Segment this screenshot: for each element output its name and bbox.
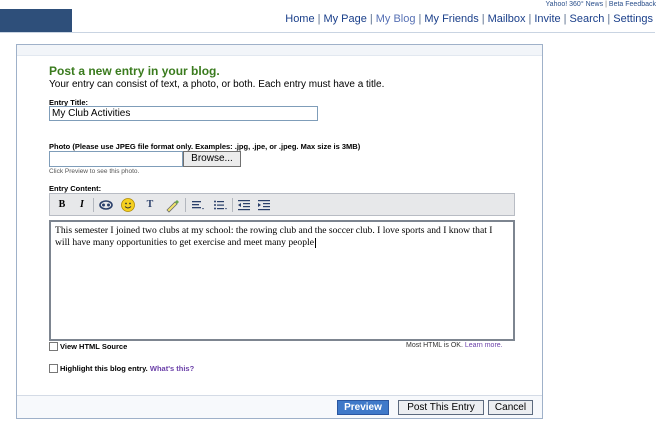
toolbar-separator [232, 198, 233, 212]
highlight-label: Highlight this blog entry. What's this? [60, 364, 194, 373]
nav-settings[interactable]: Settings [613, 13, 653, 25]
photo-label: Photo (Please use JPEG file format only.… [49, 142, 361, 151]
cancel-button[interactable]: Cancel [488, 400, 533, 415]
blog-entry-panel: Post a new entry in your blog. Your entr… [16, 44, 543, 419]
italic-icon[interactable]: I [74, 197, 90, 213]
nav-separator: | [563, 13, 567, 25]
nav-mailbox[interactable]: Mailbox [488, 13, 526, 25]
nav-my-page[interactable]: My Page [323, 13, 366, 25]
highlight-checkbox[interactable] [49, 364, 58, 373]
preview-button[interactable]: Preview [337, 400, 389, 415]
toolbar-separator [185, 198, 186, 212]
editor-toolbar: B I T [49, 193, 515, 216]
browse-button[interactable]: Browse... [183, 151, 241, 167]
align-icon[interactable] [190, 197, 206, 213]
text-caret [314, 237, 316, 248]
nav-my-blog[interactable]: My Blog [376, 13, 416, 25]
highlight-icon[interactable] [164, 197, 180, 213]
text-color-glyph: T [146, 199, 154, 210]
whats-this-link[interactable]: What's this? [150, 364, 194, 373]
nav-logo-block [0, 9, 72, 32]
post-entry-button[interactable]: Post This Entry [398, 400, 484, 415]
nav-separator: | [607, 13, 611, 25]
nav-separator: | [418, 13, 422, 25]
view-html-checkbox[interactable] [49, 342, 58, 351]
outdent-icon[interactable] [236, 197, 252, 213]
list-icon[interactable] [212, 197, 228, 213]
emoticon-icon[interactable] [120, 197, 136, 213]
html-note: Most HTML is OK. Learn more. [406, 342, 503, 349]
nav-invite[interactable]: Invite [534, 13, 560, 25]
nav-search[interactable]: Search [570, 13, 605, 25]
entry-content-text: This semester I joined two clubs at my s… [55, 225, 493, 248]
nav-home[interactable]: Home [285, 13, 314, 25]
top-nav-bar: Home | My Page | My Blog | My Friends | Mailbox |… [0, 9, 655, 33]
nav-my-friends[interactable]: My Friends [424, 13, 478, 25]
html-note-text: Most HTML is OK. [406, 342, 463, 349]
indent-icon[interactable] [256, 197, 272, 213]
page-title: Post a new entry in your blog. [49, 64, 220, 78]
text-color-icon[interactable]: T [142, 197, 158, 213]
link-icon[interactable] [98, 197, 114, 213]
bold-icon[interactable]: B [54, 197, 70, 213]
photo-hint: Click Preview to see this photo. [49, 168, 140, 175]
page-subtitle: Your entry can consist of text, a photo,… [49, 79, 385, 90]
panel-header-strip [17, 45, 542, 56]
highlight-label-text: Highlight this blog entry. [60, 364, 148, 373]
view-html-label: View HTML Source [60, 342, 128, 351]
nav-separator: | [369, 13, 373, 25]
nav-separator: | [481, 13, 485, 25]
news-link[interactable]: Yahoo! 360° News [546, 1, 604, 8]
nav-links: Home | My Page | My Blog | My Friends | Mailbox |… [285, 9, 653, 32]
entry-content-editor[interactable]: This semester I joined two clubs at my s… [49, 220, 515, 341]
toolbar-separator [93, 198, 94, 212]
beta-feedback-link[interactable]: Beta Feedback [609, 1, 656, 8]
photo-file-input[interactable] [49, 151, 183, 167]
top-utility-links: Yahoo! 360° News | Beta Feedback [546, 0, 656, 9]
entry-title-input[interactable]: My Club Activities [49, 106, 318, 121]
learn-more-link[interactable]: Learn more. [465, 342, 503, 349]
entry-content-label: Entry Content: [49, 184, 102, 193]
